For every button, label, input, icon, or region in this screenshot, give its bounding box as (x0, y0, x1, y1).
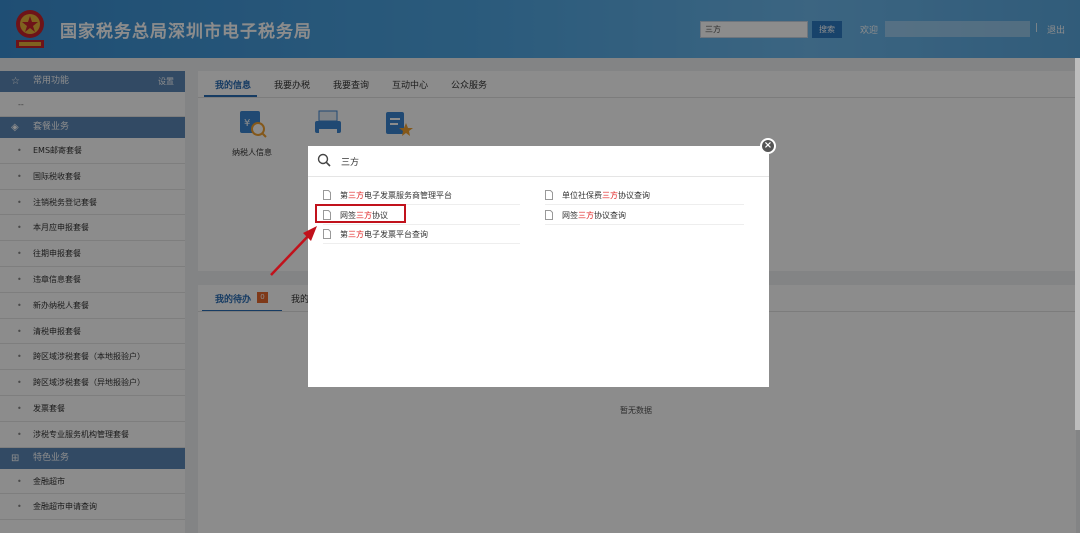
search-icon (317, 153, 331, 167)
result-text: 电子发票服务商管理平台 (364, 191, 452, 200)
search-result-item[interactable]: 第三方电子发票平台查询 (323, 225, 520, 244)
search-results-modal: 三方 第三方电子发票服务商管理平台 网签三方协议 第三方电子发票平台查询 单位社… (308, 146, 769, 387)
document-icon (545, 190, 553, 200)
result-highlight: 三方 (602, 191, 618, 200)
result-text: 网签 (562, 211, 578, 220)
page-scrollbar[interactable] (1075, 58, 1080, 430)
modal-search-bar[interactable]: 三方 (308, 146, 769, 177)
result-text: 电子发票平台查询 (364, 230, 428, 239)
result-text: 单位社保费 (562, 191, 602, 200)
modal-search-query[interactable]: 三方 (341, 155, 359, 168)
modal-close-button[interactable]: × (760, 138, 776, 154)
search-result-item[interactable]: 单位社保费三方协议查询 (545, 186, 744, 205)
result-text: 协议查询 (594, 211, 626, 220)
search-result-item[interactable]: 网签三方协议查询 (545, 206, 744, 225)
result-text: 第 (340, 230, 348, 239)
result-text: 第 (340, 191, 348, 200)
annotation-highlight-box (315, 204, 406, 223)
search-result-item[interactable]: 第三方电子发票服务商管理平台 (323, 186, 520, 205)
result-highlight: 三方 (348, 191, 364, 200)
document-icon (323, 190, 331, 200)
result-highlight: 三方 (578, 211, 594, 220)
annotation-arrow-icon (270, 226, 317, 276)
document-icon (545, 210, 553, 220)
result-text: 协议查询 (618, 191, 650, 200)
result-highlight: 三方 (348, 230, 364, 239)
